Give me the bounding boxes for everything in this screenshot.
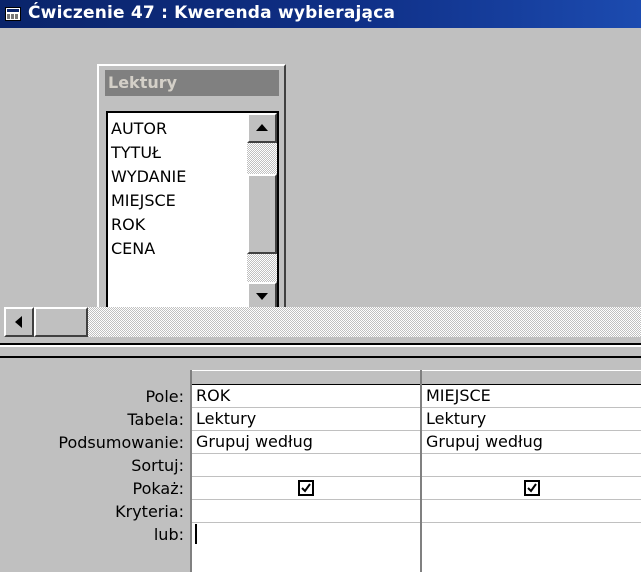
grid-divider <box>190 370 192 572</box>
row-label-pokaz: Pokaż: <box>132 479 184 498</box>
cell-pokaz <box>192 477 420 500</box>
scroll-thumb[interactable] <box>247 174 277 254</box>
splitter-highlight <box>0 345 641 347</box>
cell-tabela[interactable]: Lektury <box>422 408 641 431</box>
grid-divider <box>420 370 422 572</box>
horizontal-scrollbar[interactable] <box>4 307 641 337</box>
cell-kryteria[interactable] <box>422 500 641 523</box>
column-selector[interactable] <box>192 370 420 385</box>
cell-tabela[interactable]: Lektury <box>192 408 420 431</box>
arrow-up-icon <box>256 124 268 131</box>
field-item-cena[interactable]: CENA <box>111 237 155 261</box>
cell-pole[interactable]: ROK <box>192 385 420 408</box>
splitter-line <box>0 356 641 358</box>
checkmark-icon <box>301 483 311 493</box>
field-list-title[interactable]: Lektury <box>105 70 279 96</box>
grid-column-1: ROK Lektury Grupuj według <box>192 370 420 572</box>
query-window-icon <box>5 7 21 21</box>
row-label-lub: lub: <box>153 525 184 544</box>
cell-lub[interactable] <box>192 523 420 546</box>
pane-splitter[interactable] <box>0 343 641 362</box>
cell-pokaz <box>422 477 641 500</box>
horizontal-scroll-thumb[interactable] <box>34 307 88 337</box>
field-item-tytul[interactable]: TYTUŁ <box>111 141 161 165</box>
scroll-left-button[interactable] <box>4 307 34 337</box>
query-grid: Pole: Tabela: Podsumowanie: Sortuj: Poka… <box>0 362 641 572</box>
show-checkbox[interactable] <box>298 480 314 496</box>
field-list-scrollbar[interactable] <box>247 113 277 312</box>
checkmark-icon <box>526 483 537 493</box>
row-label-kryteria: Kryteria: <box>115 502 184 521</box>
cell-lub[interactable] <box>422 523 641 546</box>
field-item-miejsce[interactable]: MIEJSCE <box>111 189 176 213</box>
text-cursor <box>195 524 197 544</box>
row-label-podsumowanie: Podsumowanie: <box>58 433 184 452</box>
cell-sortuj[interactable] <box>192 454 420 477</box>
arrow-down-icon <box>256 293 268 300</box>
column-selector[interactable] <box>422 370 641 385</box>
query-design-area: Lektury AUTOR TYTUŁ WYDANIE MIEJSCE ROK … <box>0 28 641 341</box>
field-list[interactable]: AUTOR TYTUŁ WYDANIE MIEJSCE ROK CENA <box>106 111 279 314</box>
show-checkbox[interactable] <box>523 480 540 496</box>
cell-podsumowanie[interactable]: Grupuj według <box>422 431 641 454</box>
row-label-tabela: Tabela: <box>127 410 184 429</box>
row-label-pole: Pole: <box>145 387 184 406</box>
scroll-up-button[interactable] <box>247 113 277 143</box>
cell-pole[interactable]: MIEJSCE <box>422 385 641 408</box>
field-item-rok[interactable]: ROK <box>111 213 145 237</box>
cell-sortuj[interactable] <box>422 454 641 477</box>
field-item-autor[interactable]: AUTOR <box>111 117 167 141</box>
row-label-sortuj: Sortuj: <box>131 456 184 475</box>
window-titlebar[interactable]: Ćwiczenie 47 : Kwerenda wybierająca <box>0 0 641 28</box>
cell-kryteria[interactable] <box>192 500 420 523</box>
arrow-left-icon <box>15 316 22 328</box>
grid-column-2: MIEJSCE Lektury Grupuj według <box>422 370 641 572</box>
field-item-wydanie[interactable]: WYDANIE <box>111 165 186 189</box>
window-title: Ćwiczenie 47 : Kwerenda wybierająca <box>28 3 396 23</box>
cell-podsumowanie[interactable]: Grupuj według <box>192 431 420 454</box>
field-list-window[interactable]: Lektury AUTOR TYTUŁ WYDANIE MIEJSCE ROK … <box>97 64 286 323</box>
